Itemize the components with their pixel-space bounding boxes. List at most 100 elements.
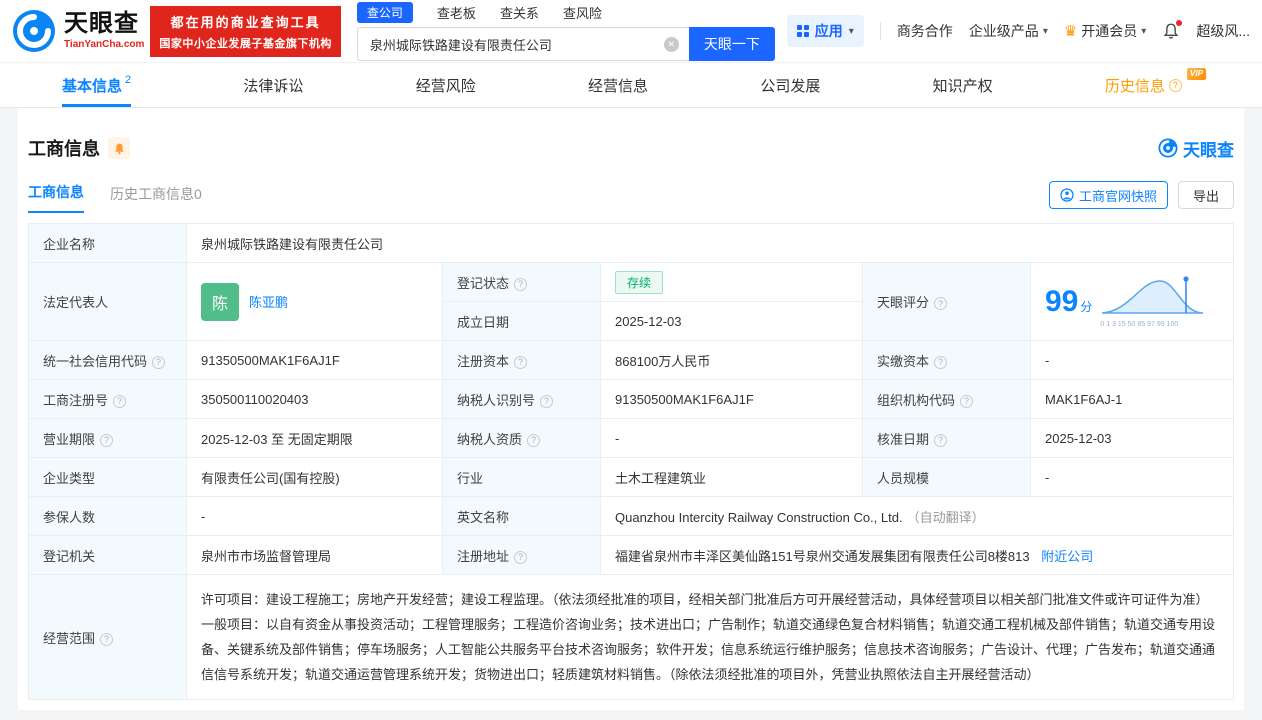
help-icon[interactable]: ? <box>113 394 127 408</box>
reg-address-value: 福建省泉州市丰泽区美仙路151号泉州交通发展集团有限责任公司8楼813 附近公司 <box>600 535 1234 575</box>
tianyancha-watermark: 天眼查 <box>1158 136 1234 161</box>
help-icon[interactable]: ? <box>527 433 541 447</box>
nav-cooperation[interactable]: 商务合作 <box>897 21 953 41</box>
legal-rep-link[interactable]: 陈亚鹏 <box>249 292 288 311</box>
help-icon: ? <box>1168 78 1182 92</box>
tianyancha-watermark-icon <box>1158 138 1178 158</box>
subtab-business-info[interactable]: 工商信息 <box>28 182 84 213</box>
company-type-value: 有限责任公司(国有控股) <box>186 457 443 497</box>
english-name-value: Quanzhou Intercity Railway Construction … <box>600 496 1234 536</box>
legal-rep-label: 法定代表人 <box>28 262 187 341</box>
insured-count-label: 参保人数 <box>28 496 187 536</box>
industry-value: 土木工程建筑业 <box>600 457 863 497</box>
table-row: 参保人数 - 英文名称 Quanzhou Intercity Railway C… <box>28 496 1234 536</box>
chevron-down-icon: ▾ <box>848 25 854 37</box>
help-icon[interactable]: ? <box>934 355 948 369</box>
tianyancha-logo-icon <box>13 10 55 52</box>
legal-rep-avatar[interactable]: 陈 <box>201 282 239 321</box>
org-code-label: 组织机构代码? <box>862 379 1031 419</box>
business-scope-value: 许可项目：建设工程施工；房地产开发经营；建设工程监理。（依法须经批准的项目，经相… <box>186 574 1234 700</box>
help-icon[interactable]: ? <box>540 394 554 408</box>
monitor-bell-icon[interactable] <box>108 137 130 159</box>
company-name-value: 泉州城际铁路建设有限责任公司 <box>186 223 1234 263</box>
reg-capital-label: 注册资本? <box>442 340 601 380</box>
credit-code-label: 统一社会信用代码? <box>28 340 187 380</box>
table-row: 企业名称 泉州城际铁路建设有限责任公司 <box>28 223 1234 263</box>
reg-status-label: 登记状态? <box>442 262 601 302</box>
tianyancha-logo[interactable]: 天眼查 TianYanCha.com <box>12 9 144 53</box>
help-icon[interactable]: ? <box>514 277 528 291</box>
nav-super-risk[interactable]: 超级风... <box>1196 21 1250 41</box>
nearby-companies-link[interactable]: 附近公司 <box>1041 549 1093 564</box>
tab-intellectual-property[interactable]: 知识产权 <box>933 63 993 107</box>
business-info-table: 企业名称 泉州城际铁路建设有限责任公司 法定代表人 陈 陈亚鹏 登记状态? 存续… <box>28 223 1234 700</box>
reg-status-value: 存续 <box>600 262 863 302</box>
crown-icon: ♛ <box>1063 23 1078 40</box>
tab-count-badge: 2 <box>125 74 132 86</box>
help-icon[interactable]: ? <box>152 355 166 369</box>
subtabs: 工商信息 历史工商信息0 工商官网快照 导出 <box>18 179 1244 213</box>
top-nav: 应用 ▾ 商务合作 企业级产品 ▾ ♛ 开通会员 ▾ 超级风... <box>786 15 1250 47</box>
notification-dot <box>1176 20 1183 26</box>
help-icon[interactable]: ? <box>934 297 948 311</box>
notification-bell-icon[interactable] <box>1162 20 1183 40</box>
search-button[interactable]: 天眼一下 <box>688 27 775 61</box>
tab-company-development[interactable]: 公司发展 <box>760 63 820 107</box>
legal-rep-value: 陈 陈亚鹏 <box>186 262 443 341</box>
help-icon[interactable]: ? <box>100 433 114 447</box>
staff-size-label: 人员规模 <box>862 457 1031 497</box>
slogan-banner: 都在用的商业查询工具 国家中小企业发展子基金旗下机构 <box>150 5 341 57</box>
search-tab-risk[interactable]: 查风险 <box>563 3 602 22</box>
search-tab-boss[interactable]: 查老板 <box>437 3 476 22</box>
tab-business-info[interactable]: 经营信息 <box>588 63 648 107</box>
table-row: 工商注册号? 350500110020403 纳税人识别号? 91350500M… <box>28 379 1234 419</box>
apps-grid-icon <box>796 25 809 37</box>
search-tab-company[interactable]: 查公司 <box>356 1 413 23</box>
paid-capital-label: 实缴资本? <box>862 340 1031 380</box>
apps-menu[interactable]: 应用 ▾ <box>786 15 864 47</box>
tab-legal-proceedings[interactable]: 法律诉讼 <box>243 63 303 107</box>
nav-enterprise-products[interactable]: 企业级产品 ▾ <box>969 21 1048 41</box>
paid-capital-value: - <box>1030 340 1234 380</box>
company-page-tabs: 基本信息 2 法律诉讼 经营风险 经营信息 公司发展 知识产权 历史信息 ? VI… <box>0 62 1262 108</box>
english-name-label: 英文名称 <box>442 496 601 536</box>
help-icon[interactable]: ? <box>514 355 528 369</box>
org-code-value: MAK1F6AJ-1 <box>1030 379 1234 419</box>
subtab-history-business-info[interactable]: 历史工商信息0 <box>110 184 202 213</box>
help-icon[interactable]: ? <box>514 550 528 564</box>
top-header: 天眼查 TianYanCha.com 都在用的商业查询工具 国家中小企业发展子基… <box>0 0 1262 62</box>
score-value: 99 分 0 1 3 15 50 85 97 99 100 <box>1030 262 1234 341</box>
company-name-label: 企业名称 <box>28 223 187 263</box>
apps-label: 应用 <box>814 23 843 39</box>
term-value: 2025-12-03 至 无固定期限 <box>186 418 443 458</box>
help-icon[interactable]: ? <box>934 433 948 447</box>
help-icon[interactable]: ? <box>960 394 974 408</box>
company-type-label: 企业类型 <box>28 457 187 497</box>
reg-address-label: 注册地址? <box>442 535 601 575</box>
taxpayer-qual-label: 纳税人资质? <box>442 418 601 458</box>
help-icon[interactable]: ? <box>100 632 114 646</box>
divider <box>879 22 881 40</box>
taxpayer-qual-value: - <box>600 418 863 458</box>
reg-authority-value: 泉州市市场监督管理局 <box>186 535 443 575</box>
snapshot-icon <box>1060 188 1074 202</box>
insured-count-value: - <box>186 496 443 536</box>
score-axis-labels: 0 1 3 15 50 85 97 99 100 <box>1100 321 1179 328</box>
brand-domain: TianYanCha.com <box>64 39 145 50</box>
official-snapshot-button[interactable]: 工商官网快照 <box>1048 181 1168 209</box>
term-label: 营业期限? <box>28 418 187 458</box>
search-input[interactable] <box>367 35 664 53</box>
search-tab-relation[interactable]: 查关系 <box>500 3 539 22</box>
establish-date-label: 成立日期 <box>442 301 601 341</box>
table-row: 登记机关 泉州市市场监督管理局 注册地址? 福建省泉州市丰泽区美仙路151号泉州… <box>28 535 1234 575</box>
export-button[interactable]: 导出 <box>1177 181 1234 209</box>
table-row: 经营范围? 许可项目：建设工程施工；房地产开发经营；建设工程监理。（依法须经批准… <box>28 574 1234 700</box>
chevron-down-icon: ▾ <box>1042 25 1048 37</box>
tab-history-info[interactable]: 历史信息 ? VIP <box>1105 63 1206 107</box>
nav-open-vip[interactable]: ♛ 开通会员 ▾ <box>1064 21 1146 41</box>
reg-no-value: 350500110020403 <box>186 379 443 419</box>
clear-search-icon[interactable]: ✕ <box>663 36 679 52</box>
tab-basic-info[interactable]: 基本信息 2 <box>62 63 132 107</box>
tab-operational-risk[interactable]: 经营风险 <box>416 63 476 107</box>
auto-translate-note: （自动翻译） <box>906 509 985 525</box>
